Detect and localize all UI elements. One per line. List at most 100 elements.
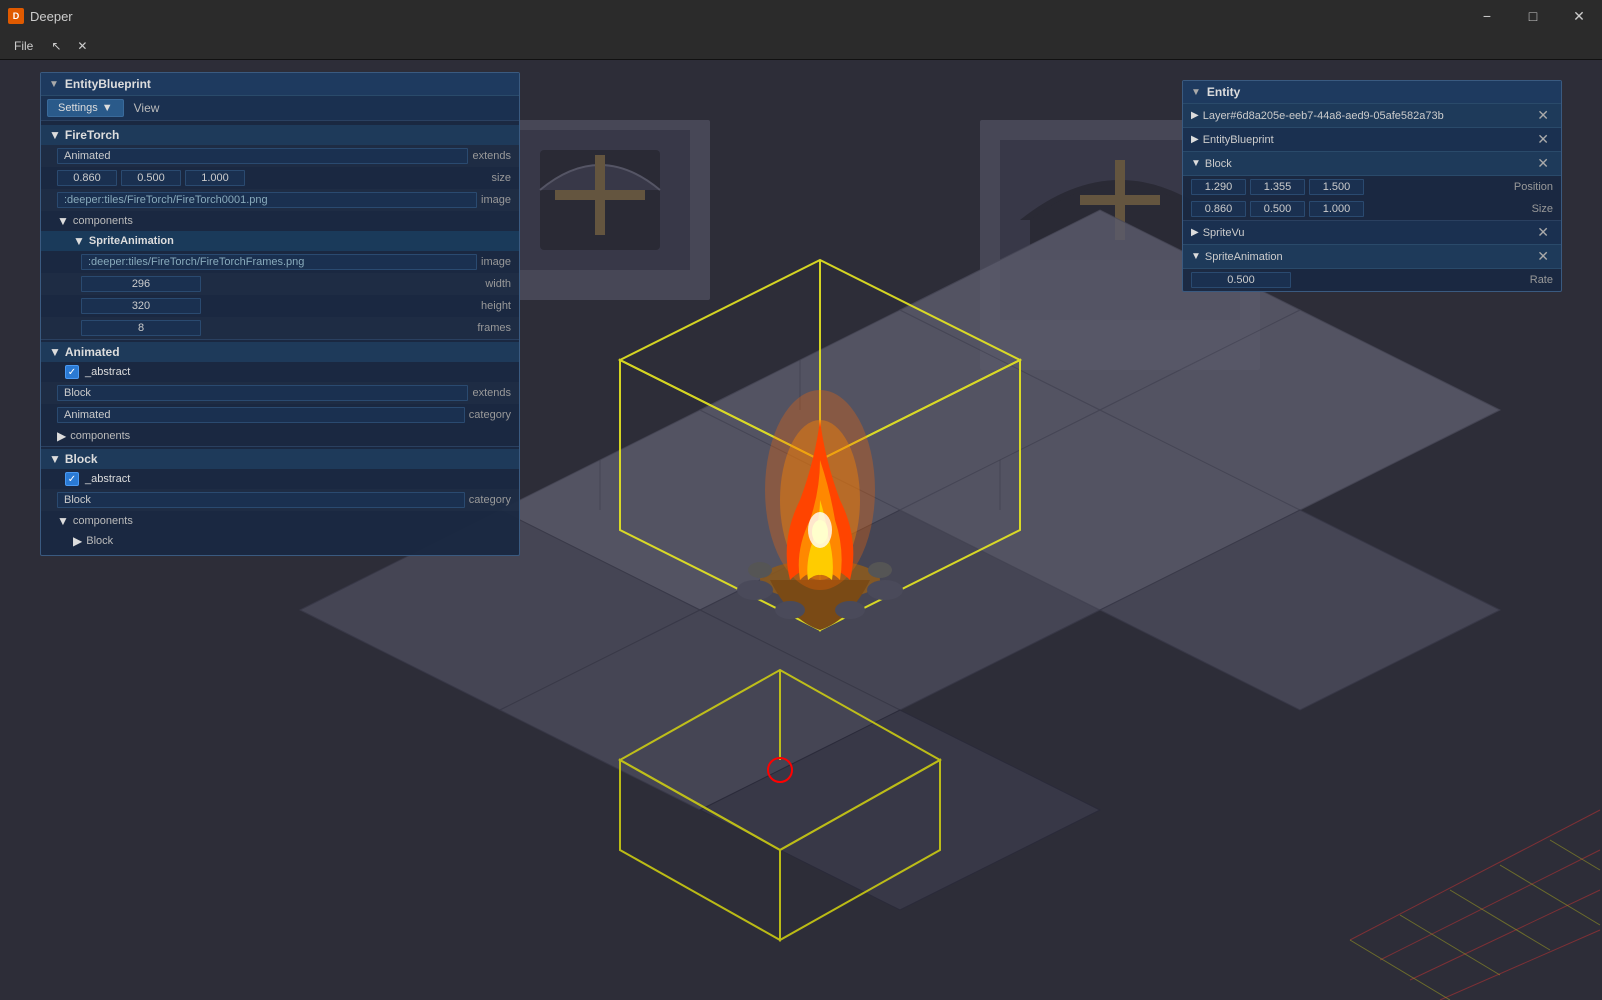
sprite-animation-triangle-icon: ▼ — [73, 234, 85, 248]
animated-abstract-row[interactable]: ✓ _abstract — [41, 362, 519, 382]
firetorch-size-z[interactable]: 1.000 — [185, 170, 245, 186]
entity-sprite-anim-close-button[interactable]: ✕ — [1533, 248, 1553, 265]
block-section-header[interactable]: ▼ Block — [41, 449, 519, 469]
layer-text: Layer#6d8a205e-eeb7-44a8-aed9-05afe582a7… — [1203, 110, 1530, 122]
pointer-tool[interactable]: ↖ — [43, 35, 69, 57]
block-title: Block — [65, 452, 98, 466]
close-button[interactable]: ✕ — [1556, 0, 1602, 32]
entity-bp-arrow-icon: ▶ — [1191, 134, 1199, 145]
animated-category-value[interactable]: Animated — [57, 407, 465, 423]
firetorch-components-header[interactable]: ▼ components — [41, 211, 519, 231]
animated-components-header[interactable]: ▶ components — [41, 426, 519, 446]
sprite-width-label: width — [485, 278, 511, 290]
titlebar: D Deeper − □ ✕ — [0, 0, 1602, 32]
entity-sprite-animation-section: ▼ SpriteAnimation ✕ 0.500 Rate — [1183, 245, 1561, 291]
firetorch-extends-value[interactable]: Animated — [57, 148, 468, 164]
block-abstract-checkbox[interactable]: ✓ — [65, 472, 79, 486]
block-components-header[interactable]: ▼ components — [41, 511, 519, 531]
firetorch-size-y[interactable]: 0.500 — [121, 170, 181, 186]
block-components-triangle-icon: ▼ — [57, 514, 69, 528]
animated-extends-label: extends — [472, 387, 511, 399]
entity-block-header[interactable]: ▼ Block ✕ — [1183, 152, 1561, 176]
view-label: View — [134, 101, 160, 115]
entity-rate-label: Rate — [1530, 274, 1553, 286]
layer-play-icon: ▶ — [1191, 110, 1199, 121]
sprite-vu-close-button[interactable]: ✕ — [1533, 224, 1553, 241]
entity-pos-y[interactable]: 1.355 — [1250, 179, 1305, 195]
close-tab-icon[interactable]: ✕ — [69, 35, 95, 57]
entity-size-z[interactable]: 1.000 — [1309, 201, 1364, 217]
animated-abstract-checkbox[interactable]: ✓ — [65, 365, 79, 379]
entity-pos-x[interactable]: 1.290 — [1191, 179, 1246, 195]
entity-collapse-triangle-icon: ▼ — [1191, 87, 1201, 98]
block-triangle-icon: ▼ — [49, 452, 61, 466]
firetorch-components-triangle-icon: ▼ — [57, 214, 69, 228]
animated-triangle-icon: ▼ — [49, 345, 61, 359]
settings-button[interactable]: Settings ▼ — [47, 99, 124, 117]
entity-rate-value[interactable]: 0.500 — [1191, 272, 1291, 288]
firetorch-image-path[interactable]: :deeper:tiles/FireTorch/FireTorch0001.pn… — [57, 192, 477, 208]
animated-category-label: category — [469, 409, 511, 421]
layer-row[interactable]: ▶ Layer#6d8a205e-eeb7-44a8-aed9-05afe582… — [1183, 104, 1561, 128]
entity-blueprint-header[interactable]: ▼ EntityBlueprint — [41, 73, 519, 96]
firetorch-extends-label: extends — [472, 150, 511, 162]
sprite-image-label: image — [481, 256, 511, 268]
sprite-height-label: height — [481, 300, 511, 312]
entity-block-close-button[interactable]: ✕ — [1533, 155, 1553, 172]
main-area: ▼ EntityBlueprint Settings ▼ View ▼ Fire… — [0, 60, 1602, 1000]
entity-sprite-anim-title: SpriteAnimation — [1205, 251, 1529, 263]
settings-arrow-icon: ▼ — [102, 102, 113, 114]
entity-size-x[interactable]: 0.860 — [1191, 201, 1246, 217]
entity-bp-label: EntityBlueprint — [1203, 134, 1530, 146]
entity-sprite-animation-header[interactable]: ▼ SpriteAnimation ✕ — [1183, 245, 1561, 269]
block-abstract-row[interactable]: ✓ _abstract — [41, 469, 519, 489]
entity-block-title: Block — [1205, 158, 1529, 170]
animated-section-header[interactable]: ▼ Animated — [41, 342, 519, 362]
sprite-image-path[interactable]: :deeper:tiles/FireTorch/FireTorchFrames.… — [81, 254, 477, 270]
entity-panel-header[interactable]: ▼ Entity — [1183, 81, 1561, 104]
entity-pos-z[interactable]: 1.500 — [1309, 179, 1364, 195]
animated-extends-value[interactable]: Block — [57, 385, 468, 401]
firetorch-title: FireTorch — [65, 128, 119, 142]
maximize-button[interactable]: □ — [1510, 0, 1556, 32]
entity-blueprint-panel: ▼ EntityBlueprint Settings ▼ View ▼ Fire… — [40, 72, 520, 556]
firetorch-size-label: size — [491, 172, 511, 184]
settings-label: Settings — [58, 102, 98, 114]
layer-close-button[interactable]: ✕ — [1533, 107, 1553, 124]
animated-components-triangle-icon: ▶ — [57, 429, 66, 443]
block-sub-triangle-icon: ▶ — [73, 534, 82, 548]
sprite-animation-title: SpriteAnimation — [89, 235, 174, 247]
sprite-height-value[interactable]: 320 — [81, 298, 201, 314]
entity-panel-title: Entity — [1207, 85, 1240, 99]
sprite-frames-value[interactable]: 8 — [81, 320, 201, 336]
panel-title: EntityBlueprint — [65, 77, 151, 91]
entity-blueprint-row[interactable]: ▶ EntityBlueprint ✕ — [1183, 128, 1561, 152]
block-sub-label: Block — [86, 535, 113, 547]
entity-size-y[interactable]: 0.500 — [1250, 201, 1305, 217]
block-sub-header[interactable]: ▶ Block — [41, 531, 519, 551]
sprite-width-value[interactable]: 296 — [81, 276, 201, 292]
firetorch-section-header[interactable]: ▼ FireTorch — [41, 125, 519, 145]
entity-block-triangle-icon: ▼ — [1191, 158, 1201, 169]
sprite-vu-arrow-icon: ▶ — [1191, 227, 1199, 238]
animated-title: Animated — [65, 345, 120, 359]
entity-size-label: Size — [1532, 203, 1553, 215]
minimize-button[interactable]: − — [1464, 0, 1510, 32]
menubar: File ↖ ✕ — [0, 32, 1602, 60]
sprite-vu-row[interactable]: ▶ SpriteVu ✕ — [1183, 221, 1561, 245]
entity-block-section: ▼ Block ✕ 1.290 1.355 1.500 Position 0.8… — [1183, 152, 1561, 221]
entity-bp-close-button[interactable]: ✕ — [1533, 131, 1553, 148]
block-abstract-label: _abstract — [85, 473, 130, 485]
entity-position-row: 1.290 1.355 1.500 Position — [1183, 176, 1561, 198]
animated-components-label: components — [70, 430, 130, 442]
sprite-animation-header[interactable]: ▼ SpriteAnimation — [41, 231, 519, 251]
firetorch-size-x[interactable]: 0.860 — [57, 170, 117, 186]
firetorch-components-label: components — [73, 215, 133, 227]
sprite-frames-label: frames — [477, 322, 511, 334]
firetorch-image-label: image — [481, 194, 511, 206]
menu-file[interactable]: File — [4, 35, 43, 57]
panel-content: ▼ FireTorch Animated extends 0.860 0.500… — [41, 121, 519, 555]
block-category-label: category — [469, 494, 511, 506]
block-category-value[interactable]: Block — [57, 492, 465, 508]
window-controls: − □ ✕ — [1464, 0, 1602, 32]
